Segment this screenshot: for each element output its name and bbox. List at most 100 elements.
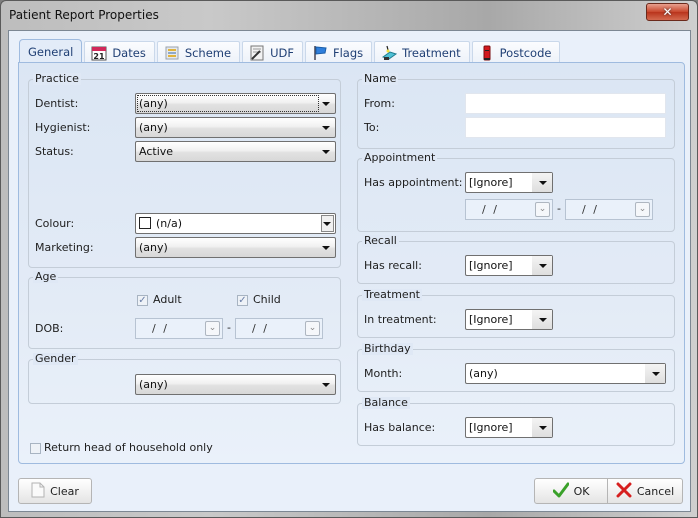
close-button[interactable]: ✕: [646, 3, 689, 21]
child-checkbox[interactable]: ✓: [237, 295, 248, 306]
dob-to-date[interactable]: / / ⌄: [235, 318, 323, 339]
clear-label: Clear: [50, 484, 79, 498]
close-icon: ✕: [662, 5, 673, 19]
marketing-select[interactable]: (any): [135, 237, 336, 258]
chevron-down-icon: [322, 126, 330, 130]
hygienist-value: (any): [139, 121, 168, 134]
in-treatment-label: In treatment:: [364, 313, 437, 326]
has-appointment-value: [Ignore]: [469, 176, 513, 189]
birthday-group-title: Birthday: [362, 342, 413, 355]
gender-value: (any): [139, 378, 168, 391]
chevron-down-icon[interactable]: ⌄: [535, 202, 550, 217]
has-recall-label: Has recall:: [364, 259, 422, 272]
appointment-to-date[interactable]: / / ⌄: [565, 199, 653, 220]
chevron-down-icon: [539, 264, 547, 268]
name-to-input[interactable]: [465, 117, 666, 138]
has-appointment-select[interactable]: [Ignore]: [465, 172, 553, 193]
has-recall-value: [Ignore]: [469, 259, 513, 272]
chevron-down-icon[interactable]: ⌄: [635, 202, 650, 217]
colour-swatch: [139, 217, 151, 229]
has-recall-select[interactable]: [Ignore]: [465, 255, 553, 276]
name-from-input[interactable]: [465, 93, 666, 114]
tab-treatment[interactable]: Treatment: [374, 41, 470, 63]
tab-label: Flags: [332, 45, 364, 60]
tab-label: Scheme: [184, 45, 232, 60]
hygienist-select[interactable]: (any): [135, 117, 336, 138]
tab-dates[interactable]: 21 Dates: [84, 41, 155, 63]
calendar-icon: 21: [91, 45, 107, 61]
chevron-down-icon: [539, 318, 547, 322]
flag-icon: [312, 45, 328, 61]
chevron-down-icon[interactable]: ⌄: [205, 321, 220, 336]
udf-icon: [249, 45, 265, 61]
in-treatment-value: [Ignore]: [469, 313, 513, 326]
dob-from-value: / /: [152, 322, 169, 335]
tab-postcode[interactable]: Postcode: [471, 41, 561, 63]
name-group-title: Name: [362, 72, 399, 85]
status-value: Active: [139, 145, 174, 158]
chevron-down-icon: [322, 383, 330, 387]
calendar-day-text: 21: [94, 52, 106, 61]
focus-ring: [137, 95, 319, 112]
appointment-group: Appointment Has appointment: [Ignore] / …: [357, 152, 675, 232]
dob-label: DOB:: [35, 322, 64, 335]
month-label: Month:: [364, 367, 403, 380]
age-group: Age ✓ Adult ✓ Child DOB: / / ⌄ - / / ⌄: [28, 271, 341, 349]
document-icon: [31, 482, 45, 501]
recall-group: Recall Has recall: [Ignore]: [357, 235, 675, 284]
dob-from-date[interactable]: / / ⌄: [135, 318, 223, 339]
clear-button[interactable]: Clear: [18, 478, 92, 504]
dentist-select[interactable]: (any): [135, 93, 336, 114]
recall-group-title: Recall: [362, 234, 399, 247]
chevron-down-icon: [539, 426, 547, 430]
birthday-month-select[interactable]: (any): [465, 363, 666, 384]
hygienist-label: Hygienist:: [35, 121, 91, 134]
chevron-down-icon: [322, 102, 330, 106]
dialog-window: Patient Report Properties ✕ General 21 D…: [0, 0, 698, 518]
chevron-down-icon: [652, 372, 660, 376]
tab-scheme[interactable]: Scheme: [156, 41, 241, 63]
tab-flags[interactable]: Flags: [304, 41, 373, 63]
has-balance-select[interactable]: [Ignore]: [465, 417, 553, 438]
appointment-from-value: / /: [482, 203, 499, 216]
ok-button[interactable]: OK: [534, 478, 608, 504]
chevron-down-icon: [539, 181, 547, 185]
tab-udf[interactable]: UDF: [242, 41, 303, 63]
tab-strip: General 21 Dates Scheme UDF Flags Treatm…: [19, 39, 562, 63]
status-select[interactable]: Active: [135, 141, 336, 162]
tab-general[interactable]: General: [19, 39, 83, 63]
appointment-group-title: Appointment: [362, 151, 438, 164]
in-treatment-select[interactable]: [Ignore]: [465, 309, 553, 330]
dentist-label: Dentist:: [35, 97, 79, 110]
name-from-label: From:: [364, 97, 395, 110]
adult-checkbox[interactable]: ✓: [137, 295, 148, 306]
adult-label: Adult: [153, 293, 182, 306]
head-of-household-checkbox[interactable]: [30, 443, 41, 454]
gender-group: Gender (any): [28, 353, 341, 404]
gender-select[interactable]: (any): [135, 374, 336, 395]
birthday-group: Birthday Month: (any): [357, 343, 675, 392]
scheme-icon: [164, 45, 180, 61]
treatment-group: Treatment In treatment: [Ignore]: [357, 289, 675, 338]
marketing-value: (any): [139, 241, 168, 254]
practice-group-title: Practice: [33, 72, 81, 85]
appointment-to-value: / /: [582, 203, 599, 216]
chevron-down-icon[interactable]: ⌄: [305, 321, 320, 336]
date-range-separator: -: [227, 321, 231, 334]
checkmark-icon: [552, 482, 570, 501]
window-title: Patient Report Properties: [9, 8, 159, 22]
colour-label: Colour:: [35, 217, 75, 230]
title-bar[interactable]: Patient Report Properties ✕: [1, 1, 697, 29]
chevron-down-icon: [323, 222, 331, 226]
name-to-label: To:: [364, 121, 380, 134]
appointment-from-date[interactable]: / / ⌄: [465, 199, 553, 220]
balance-group: Balance Has balance: [Ignore]: [357, 397, 675, 446]
marketing-label: Marketing:: [35, 241, 94, 254]
cancel-button[interactable]: Cancel: [607, 478, 683, 504]
has-balance-label: Has balance:: [364, 421, 436, 434]
date-range-separator: -: [557, 202, 561, 215]
cross-icon: [616, 482, 632, 501]
balance-group-title: Balance: [362, 396, 410, 409]
head-of-household-label: Return head of household only: [44, 441, 213, 454]
colour-select[interactable]: (n/a): [135, 213, 336, 234]
